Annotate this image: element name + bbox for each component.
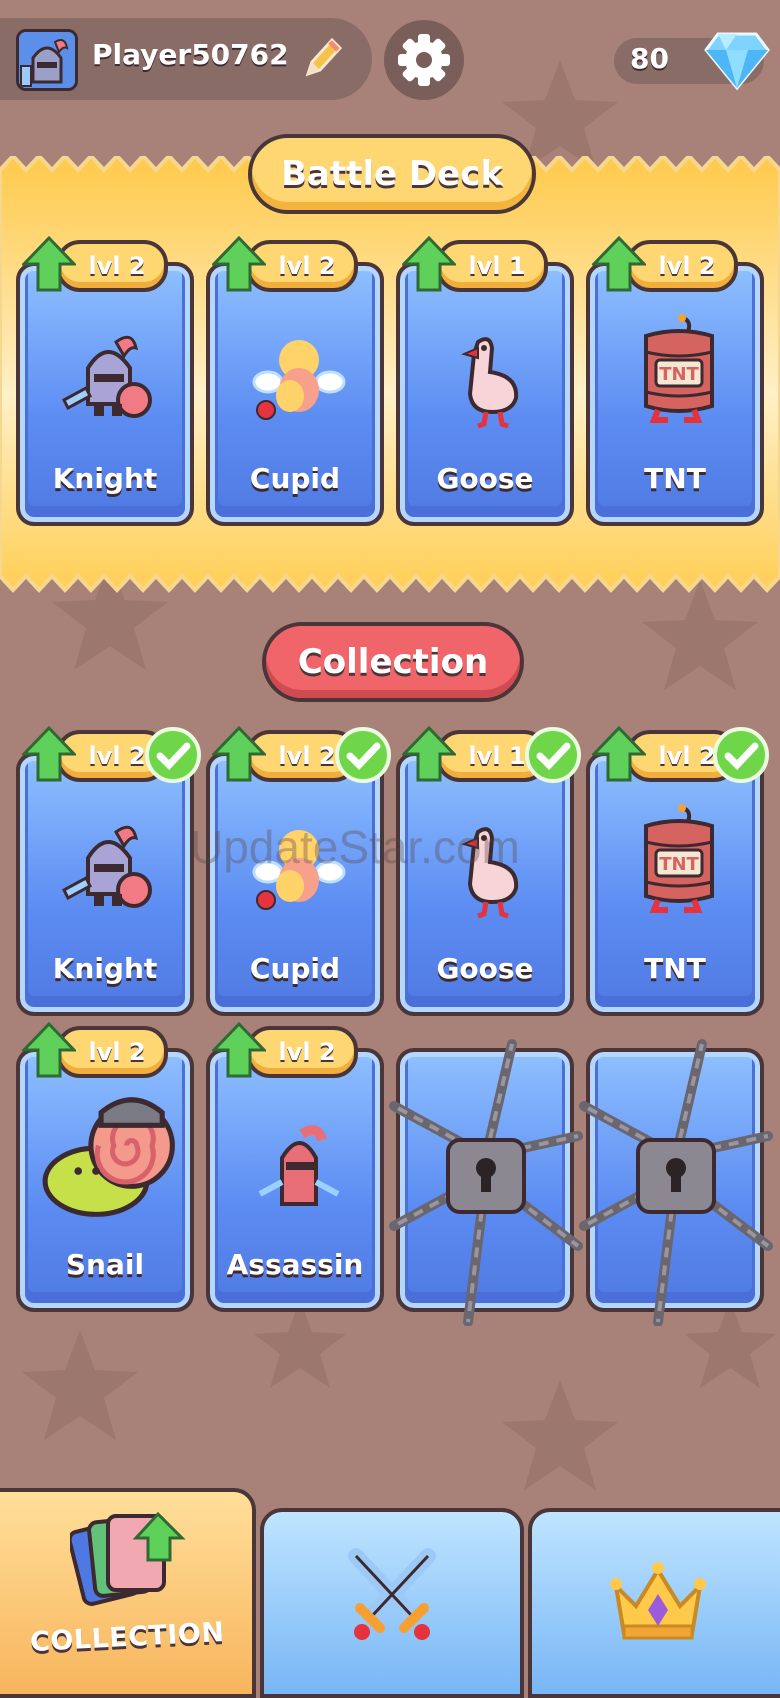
upgrade-arrow-icon[interactable]	[592, 726, 646, 782]
deck-card-knight[interactable]: Knight	[16, 262, 194, 526]
collection-card-cupid[interactable]: Cupid	[206, 752, 384, 1016]
card-name: Goose	[436, 462, 534, 495]
collection-title: Collection	[262, 622, 524, 702]
upgrade-arrow-icon[interactable]	[402, 236, 456, 292]
collection-card-snail[interactable]: Snail	[16, 1048, 194, 1312]
in-deck-check-icon	[525, 727, 581, 783]
gear-icon	[398, 34, 450, 86]
knight-icon	[62, 825, 152, 908]
svg-text:TNT: TNT	[659, 854, 699, 875]
crown-icon	[610, 1562, 706, 1640]
card-name: TNT	[644, 952, 706, 985]
card-name: Knight	[52, 462, 158, 495]
upgrade-arrow-icon[interactable]	[212, 726, 266, 782]
tnt-barrel-icon: TNT	[644, 804, 714, 913]
player-name: Player50762	[92, 38, 289, 71]
collection-card-tnt[interactable]: TNT TNT	[586, 752, 764, 1016]
card-name: Cupid	[249, 462, 341, 495]
upgrade-arrow-icon[interactable]	[212, 1022, 266, 1078]
watermark: UpdateStar.com	[190, 821, 520, 873]
upgrade-arrow-icon[interactable]	[592, 236, 646, 292]
chained-padlock-icon	[389, 1039, 583, 1326]
card-name: Cupid	[249, 952, 341, 985]
goose-icon	[461, 337, 519, 429]
upgrade-arrow-icon[interactable]	[402, 726, 456, 782]
in-deck-check-icon	[145, 727, 201, 783]
collection-cards-icon	[70, 1511, 186, 1606]
card-name: Knight	[52, 952, 158, 985]
gem-count: 80	[630, 42, 669, 75]
tnt-barrel-icon: TNT	[644, 314, 714, 423]
knight-avatar-icon	[19, 32, 75, 88]
upgrade-arrow-icon[interactable]	[212, 236, 266, 292]
deck-card-tnt[interactable]: TNT TNT	[586, 262, 764, 526]
card-name: Snail	[65, 1248, 145, 1281]
player-avatar[interactable]	[16, 29, 78, 91]
collection-card-goose[interactable]: Goose	[396, 752, 574, 1016]
deck-card-cupid[interactable]: Cupid	[206, 262, 384, 526]
cupid-icon	[252, 340, 346, 420]
svg-text:TNT: TNT	[659, 364, 699, 385]
upgrade-arrow-icon[interactable]	[22, 726, 76, 782]
collection-card-knight[interactable]: Knight	[16, 752, 194, 1016]
chained-padlock-icon	[579, 1039, 773, 1326]
upgrade-arrow-icon[interactable]	[22, 236, 76, 292]
in-deck-check-icon	[713, 727, 769, 783]
pencil-edit-icon[interactable]	[300, 34, 344, 82]
battle-deck-title: Battle Deck	[248, 134, 536, 214]
in-deck-check-icon	[335, 727, 391, 783]
collection-card-assassin[interactable]: Assassin	[206, 1048, 384, 1312]
knight-icon	[62, 335, 152, 418]
assassin-icon	[258, 1125, 340, 1206]
card-name: Assassin	[226, 1248, 364, 1281]
upgrade-arrow-icon[interactable]	[22, 1022, 76, 1078]
deck-card-goose[interactable]: Goose	[396, 262, 574, 526]
card-name: Goose	[436, 952, 534, 985]
diamond-icon	[704, 32, 770, 90]
settings-button[interactable]	[384, 20, 464, 100]
crossed-swords-icon	[348, 1548, 436, 1640]
snail-icon	[42, 1097, 175, 1217]
card-name: TNT	[644, 462, 706, 495]
